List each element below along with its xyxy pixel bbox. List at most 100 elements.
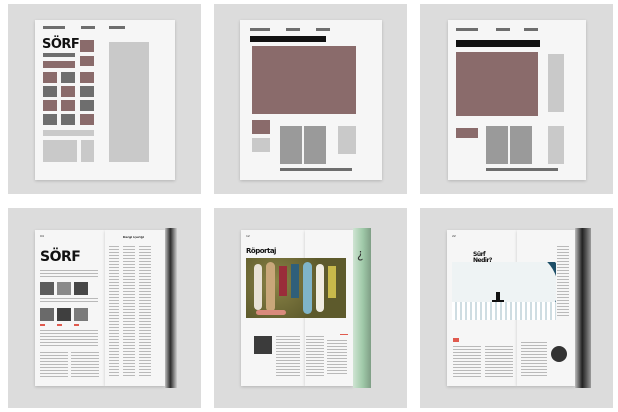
surfboard [316, 264, 324, 312]
sidebar-block [109, 42, 149, 162]
column-block [280, 126, 302, 164]
thumb-block [456, 128, 478, 138]
header-bar [81, 26, 95, 29]
sidebar-block [548, 54, 564, 112]
accent-mark [40, 324, 45, 326]
column-block [304, 126, 326, 164]
sidebar-text [557, 246, 569, 316]
body-text [276, 336, 300, 376]
photo-thumb [57, 282, 71, 295]
magazine-page-left: 04 SÖRF [35, 230, 105, 386]
text-block [252, 138, 270, 152]
header-bar [250, 28, 270, 31]
header-bar [43, 26, 65, 29]
contents-heading: Dergi içeriği [123, 235, 144, 239]
surfboard [254, 264, 262, 310]
hero-image-block [456, 52, 538, 116]
wireframe-logo-title: SÖRF [42, 37, 80, 52]
magazine-tile-1: 04 SÖRF Dergi içeriği [8, 208, 201, 408]
contents-column [139, 246, 151, 376]
magazine-spine [575, 228, 591, 388]
text-block [81, 140, 94, 162]
spine-glyph: ¿ [357, 247, 364, 261]
page-folio: 22 [452, 234, 456, 238]
page-folio: 12 [246, 234, 250, 238]
body-text [71, 352, 99, 378]
magazine-spine [165, 228, 177, 388]
surfboard [303, 262, 312, 314]
caption-text [40, 298, 98, 304]
wireframe-tile-2 [214, 4, 407, 194]
accent-line [340, 334, 348, 335]
wave-foam [452, 302, 556, 320]
body-text [453, 338, 459, 342]
header-bar [286, 28, 300, 31]
wave-illustration [452, 262, 556, 320]
thumb-block [252, 120, 270, 134]
body-text [327, 340, 347, 376]
grid-cell [80, 100, 94, 111]
body-text [485, 346, 513, 378]
sidebar-block [338, 126, 356, 154]
grid-cell [61, 114, 75, 125]
grid-cell [61, 100, 75, 111]
header-bar [524, 28, 538, 31]
grid-cell [61, 72, 75, 83]
image-block [80, 40, 94, 52]
surfboards-photo [246, 258, 346, 318]
badge-circle [551, 346, 567, 362]
magazine-page-right: Dergi içeriği [105, 230, 165, 386]
wetsuit [291, 264, 299, 298]
header-bar [316, 28, 330, 31]
text-block [43, 140, 77, 162]
wireframe-tile-3 [420, 4, 613, 194]
accent-mark [57, 324, 62, 326]
header-bar [496, 28, 510, 31]
contents-column [109, 246, 119, 376]
grid-cell [80, 86, 94, 97]
wireframe-page-1: SÖRF [35, 20, 175, 180]
surfboard-tip [256, 310, 286, 315]
grid-cell [43, 72, 57, 83]
wetsuit [328, 266, 336, 298]
grid-cell [43, 86, 57, 97]
column-block [510, 126, 532, 164]
body-text [40, 352, 68, 378]
surfboard [266, 262, 275, 312]
image-block [80, 56, 94, 66]
page-folio: 04 [40, 234, 44, 238]
hero-image-block [252, 46, 356, 114]
article-title: Röportaj [246, 247, 276, 255]
photo-thumb [74, 308, 88, 321]
wireframe-page-2 [240, 20, 382, 180]
body-text [306, 336, 324, 376]
accent-mark [74, 324, 79, 326]
header-bar [109, 26, 125, 29]
column-block [486, 126, 508, 164]
photo-thumb [57, 308, 71, 321]
magazine-tile-2: 12 Röportaj ¿ [214, 208, 407, 408]
sidebar-block [548, 126, 564, 164]
magazine-title: SÖRF [40, 249, 81, 265]
surfboard [492, 300, 504, 302]
portrait-photo [254, 336, 272, 354]
photo-thumb [74, 282, 88, 295]
bottom-bar [280, 168, 352, 171]
bottom-bar [486, 168, 558, 171]
header-bar [456, 28, 478, 31]
wetsuit [279, 266, 287, 296]
photo-thumb [40, 282, 54, 295]
photo-thumb [40, 308, 54, 321]
grid-cell [43, 100, 57, 111]
intro-text [40, 270, 98, 278]
wireframe-tile-1: SÖRF [8, 4, 201, 194]
image-block [43, 61, 75, 68]
nav-bar [43, 53, 75, 57]
surfer-figure [496, 292, 500, 300]
grid-cell [43, 114, 57, 125]
grid-cell [61, 86, 75, 97]
text-block [43, 130, 94, 136]
grid-cell [80, 72, 94, 83]
headline-bar [250, 36, 326, 42]
body-text [453, 346, 481, 378]
